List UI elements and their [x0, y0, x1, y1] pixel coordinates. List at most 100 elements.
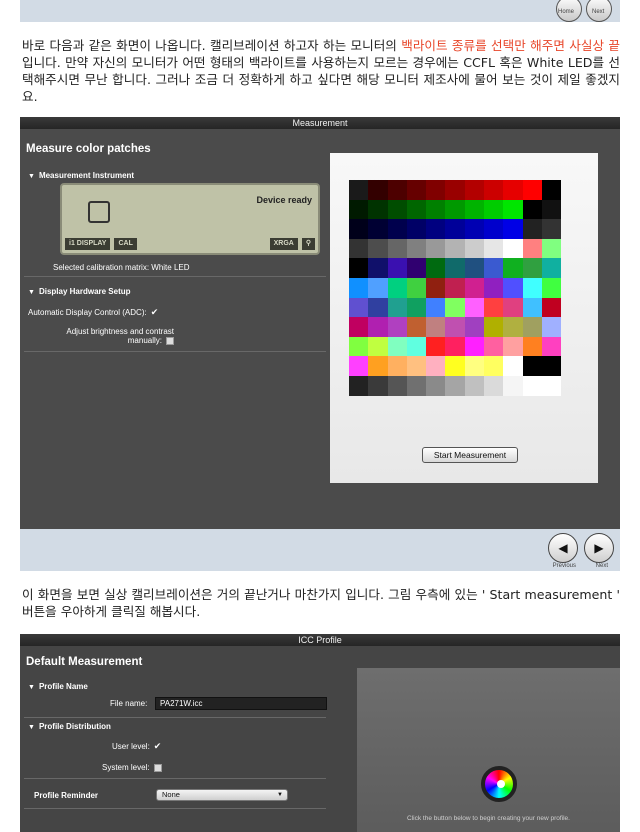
color-patch [349, 356, 369, 376]
color-patch [445, 258, 465, 278]
profile-reminder-value: None [162, 790, 180, 799]
color-patch [503, 297, 523, 318]
color-patch [368, 317, 388, 337]
hardware-section-label: Display Hardware Setup [38, 287, 131, 296]
color-patch [445, 180, 465, 200]
next-label: Next [595, 563, 608, 569]
color-patch [503, 356, 523, 376]
disclosure-triangle-icon: ▼ [28, 173, 35, 180]
color-patch [387, 277, 407, 298]
color-patch [541, 356, 562, 376]
color-patch [387, 238, 407, 259]
color-patch [503, 219, 523, 239]
device-lcd: Device ready i1 DISPLAY CAL XRGA ⚲ [60, 183, 320, 255]
disclosure-triangle-icon: ▼ [28, 684, 35, 691]
arrow-left-icon: ◀ [558, 541, 568, 555]
top-nav-bar: Home Next [20, 0, 620, 22]
hardware-section-header[interactable]: ▼ Display Hardware Setup [28, 287, 131, 296]
color-patch [541, 297, 562, 318]
color-patch [387, 356, 407, 376]
color-patch [522, 199, 542, 220]
color-patch [503, 375, 523, 396]
color-patch [445, 277, 465, 298]
icc-divider-2 [24, 778, 326, 779]
calibration-matrix-label: Selected calibration matrix: White LED [53, 263, 190, 272]
color-patch [541, 199, 562, 220]
color-patch [426, 336, 446, 357]
lcd-tag-cal: CAL [114, 238, 137, 250]
color-patch [522, 356, 542, 376]
icc-divider-1 [24, 717, 326, 718]
color-patch [349, 375, 369, 396]
color-patch-grid [349, 180, 562, 396]
instrument-section-label: Measurement Instrument [38, 171, 135, 180]
device-icon [88, 201, 110, 223]
color-patch [541, 277, 562, 298]
color-patch [368, 219, 388, 239]
color-patch [484, 375, 504, 396]
color-patch [349, 238, 369, 259]
user-level-checkbox[interactable]: ✔ [154, 741, 162, 751]
adc-checkbox[interactable]: ✔ [151, 307, 159, 317]
user-level-row: User level: ✔ [112, 741, 161, 752]
color-patch [484, 258, 504, 278]
bulb-icon: ⚲ [301, 238, 315, 250]
lcd-status-bar: i1 DISPLAY CAL XRGA ⚲ [65, 238, 315, 250]
next-label-top: Next [592, 9, 605, 15]
color-patch [484, 336, 504, 357]
color-patch [464, 375, 485, 396]
color-patch [522, 317, 542, 337]
color-patch [426, 317, 446, 337]
color-patch [387, 297, 407, 318]
start-measurement-button[interactable]: Start Measurement [422, 447, 518, 463]
color-patch [464, 219, 485, 239]
color-patch [426, 297, 446, 318]
brightness-checkbox[interactable] [166, 336, 174, 345]
file-name-input[interactable]: PA271W.icc [155, 697, 327, 710]
color-patch [445, 336, 465, 357]
color-patch [426, 258, 446, 278]
color-patch [503, 180, 523, 200]
color-patch [541, 180, 562, 200]
user-level-label: User level: [112, 742, 150, 751]
bottom-nav-bar: ◀ ▶ Previous Next [20, 529, 620, 571]
color-wheel-icon[interactable] [481, 766, 517, 802]
color-patch [464, 336, 485, 357]
color-patch [522, 336, 542, 357]
next-button[interactable]: ▶ [584, 533, 614, 563]
file-name-label: File name: [110, 699, 148, 708]
previous-button[interactable]: ◀ [548, 533, 578, 563]
color-patch [406, 317, 427, 337]
color-patch [406, 297, 427, 318]
color-patch [503, 336, 523, 357]
adc-row: Automatic Display Control (ADC): ✔ [28, 307, 158, 318]
instrument-section-header[interactable]: ▼ Measurement Instrument [28, 171, 134, 180]
color-patch [406, 277, 427, 298]
color-patch [503, 317, 523, 337]
icc-profile-window: ICC Profile Default Measurement ▼ Profile… [20, 634, 620, 832]
measurement-window: Measurement Measure color patches ▼ Measu… [20, 117, 620, 529]
color-patch [406, 258, 427, 278]
color-patch [406, 375, 427, 396]
profile-reminder-select[interactable]: None ▼ [156, 789, 288, 801]
measurement-titlebar: Measurement [20, 117, 620, 129]
color-patch [387, 336, 407, 357]
home-button[interactable]: Home [556, 0, 582, 22]
color-patch [464, 277, 485, 298]
system-level-checkbox[interactable] [153, 763, 162, 772]
color-patch [503, 258, 523, 278]
color-patch [484, 238, 504, 259]
previous-label: Previous [552, 563, 576, 569]
color-patch [445, 199, 465, 220]
profile-name-section-header[interactable]: ▼ Profile Name [28, 682, 88, 691]
color-patch [484, 199, 504, 220]
color-patch [484, 219, 504, 239]
arrow-right-icon: ▶ [594, 541, 604, 555]
color-patch [349, 219, 369, 239]
distribution-section-header[interactable]: ▼ Profile Distribution [28, 722, 111, 731]
color-patch [387, 219, 407, 239]
section-divider-1 [24, 276, 326, 277]
distribution-section-label: Profile Distribution [38, 722, 111, 731]
next-button-top[interactable]: Next [586, 0, 612, 22]
color-patch [541, 317, 562, 337]
